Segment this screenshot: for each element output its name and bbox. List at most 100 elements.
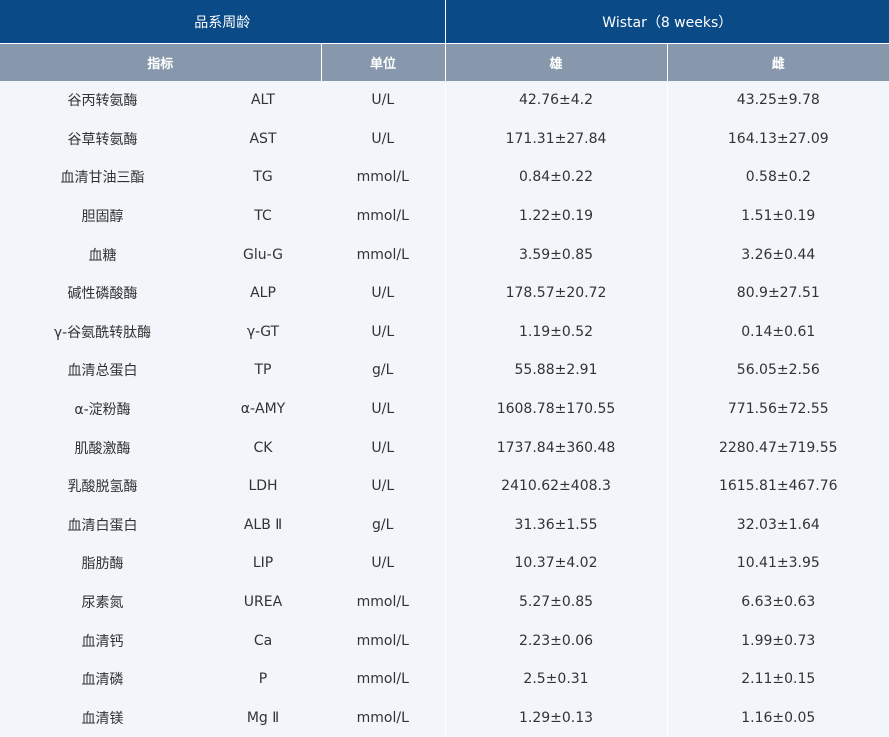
indicator-name-cell: 血清磷 [0,660,205,699]
male-value-cell: 1608.78±170.55 [445,390,667,429]
male-value-cell: 1737.84±360.48 [445,428,667,467]
female-value-cell: 43.25±9.78 [667,81,889,120]
table-row: 血清磷 P mmol/L 2.5±0.31 2.11±0.15 [0,660,889,699]
male-value-cell: 10.37±4.02 [445,544,667,583]
indicator-abbr-cell: LDH [205,467,321,506]
indicator-abbr-cell: α-AMY [205,390,321,429]
female-value-cell: 80.9±27.51 [667,274,889,313]
indicator-name-cell: 乳酸脱氢酶 [0,467,205,506]
male-value-cell: 2410.62±408.3 [445,467,667,506]
indicator-abbr-cell: Ca [205,621,321,660]
female-value-cell: 32.03±1.64 [667,506,889,545]
indicator-abbr-cell: γ-GT [205,313,321,352]
female-column-header: 雌 [667,44,889,82]
male-value-cell: 1.29±0.13 [445,699,667,737]
table-row: 碱性磷酸酶 ALP U/L 178.57±20.72 80.9±27.51 [0,274,889,313]
unit-cell: U/L [321,120,445,159]
unit-cell: U/L [321,428,445,467]
male-value-cell: 178.57±20.72 [445,274,667,313]
header-row-columns: 指标 单位 雄 雌 [0,44,889,82]
indicator-abbr-cell: TP [205,351,321,390]
male-value-cell: 2.23±0.06 [445,621,667,660]
indicator-name-cell: 血清总蛋白 [0,351,205,390]
header-row-strain: 品系周龄 Wistar（8 weeks） [0,0,889,44]
female-value-cell: 1.99±0.73 [667,621,889,660]
indicator-abbr-cell: UREA [205,583,321,622]
table-row: α-淀粉酶 α-AMY U/L 1608.78±170.55 771.56±72… [0,390,889,429]
female-value-cell: 3.26±0.44 [667,235,889,274]
unit-cell: g/L [321,351,445,390]
unit-cell: mmol/L [321,583,445,622]
table-row: 谷草转氨酶 AST U/L 171.31±27.84 164.13±27.09 [0,120,889,159]
table-row: 胆固醇 TC mmol/L 1.22±0.19 1.51±0.19 [0,197,889,236]
male-value-cell: 1.22±0.19 [445,197,667,236]
male-value-cell: 0.84±0.22 [445,158,667,197]
indicator-abbr-cell: TC [205,197,321,236]
indicator-name-cell: 谷丙转氨酶 [0,81,205,120]
unit-cell: U/L [321,544,445,583]
table-row: 血清甘油三酯 TG mmol/L 0.84±0.22 0.58±0.2 [0,158,889,197]
unit-cell: mmol/L [321,621,445,660]
female-value-cell: 1.16±0.05 [667,699,889,737]
indicator-column-header: 指标 [0,44,321,82]
unit-column-header: 单位 [321,44,445,82]
indicator-abbr-cell: CK [205,428,321,467]
male-column-header: 雄 [445,44,667,82]
unit-cell: mmol/L [321,197,445,236]
female-value-cell: 10.41±3.95 [667,544,889,583]
table-row: 血清镁 Mg Ⅱ mmol/L 1.29±0.13 1.16±0.05 [0,699,889,737]
male-value-cell: 3.59±0.85 [445,235,667,274]
unit-cell: mmol/L [321,158,445,197]
indicator-name-cell: 胆固醇 [0,197,205,236]
indicator-name-cell: γ-谷氨酰转肽酶 [0,313,205,352]
table-row: γ-谷氨酰转肽酶 γ-GT U/L 1.19±0.52 0.14±0.61 [0,313,889,352]
unit-cell: mmol/L [321,660,445,699]
male-value-cell: 5.27±0.85 [445,583,667,622]
table-row: 脂肪酶 LIP U/L 10.37±4.02 10.41±3.95 [0,544,889,583]
unit-cell: U/L [321,467,445,506]
male-value-cell: 31.36±1.55 [445,506,667,545]
unit-cell: U/L [321,313,445,352]
male-value-cell: 2.5±0.31 [445,660,667,699]
unit-cell: mmol/L [321,235,445,274]
indicator-name-cell: 脂肪酶 [0,544,205,583]
female-value-cell: 1.51±0.19 [667,197,889,236]
indicator-abbr-cell: Glu-G [205,235,321,274]
table-row: 肌酸激酶 CK U/L 1737.84±360.48 2280.47±719.5… [0,428,889,467]
female-value-cell: 1615.81±467.76 [667,467,889,506]
female-value-cell: 771.56±72.55 [667,390,889,429]
indicator-name-cell: α-淀粉酶 [0,390,205,429]
indicator-abbr-cell: P [205,660,321,699]
strain-label-header: 品系周龄 [0,0,445,44]
table-row: 血糖 Glu-G mmol/L 3.59±0.85 3.26±0.44 [0,235,889,274]
indicator-abbr-cell: Mg Ⅱ [205,699,321,737]
table-row: 血清白蛋白 ALB Ⅱ g/L 31.36±1.55 32.03±1.64 [0,506,889,545]
unit-cell: U/L [321,390,445,429]
unit-cell: U/L [321,274,445,313]
table-row: 血清钙 Ca mmol/L 2.23±0.06 1.99±0.73 [0,621,889,660]
indicator-abbr-cell: AST [205,120,321,159]
female-value-cell: 6.63±0.63 [667,583,889,622]
male-value-cell: 42.76±4.2 [445,81,667,120]
indicator-abbr-cell: ALB Ⅱ [205,506,321,545]
indicator-name-cell: 血清白蛋白 [0,506,205,545]
male-value-cell: 55.88±2.91 [445,351,667,390]
biochemistry-table: 品系周龄 Wistar（8 weeks） 指标 单位 雄 雌 谷丙转氨酶 ALT… [0,0,889,737]
indicator-name-cell: 碱性磷酸酶 [0,274,205,313]
indicator-name-cell: 谷草转氨酶 [0,120,205,159]
indicator-abbr-cell: ALP [205,274,321,313]
female-value-cell: 0.14±0.61 [667,313,889,352]
female-value-cell: 2280.47±719.55 [667,428,889,467]
indicator-name-cell: 尿素氮 [0,583,205,622]
unit-cell: g/L [321,506,445,545]
indicator-abbr-cell: ALT [205,81,321,120]
female-value-cell: 164.13±27.09 [667,120,889,159]
table-row: 血清总蛋白 TP g/L 55.88±2.91 56.05±2.56 [0,351,889,390]
table-row: 谷丙转氨酶 ALT U/L 42.76±4.2 43.25±9.78 [0,81,889,120]
indicator-abbr-cell: TG [205,158,321,197]
indicator-name-cell: 血清镁 [0,699,205,737]
indicator-abbr-cell: LIP [205,544,321,583]
male-value-cell: 171.31±27.84 [445,120,667,159]
strain-value-header: Wistar（8 weeks） [445,0,889,44]
indicator-name-cell: 血清钙 [0,621,205,660]
